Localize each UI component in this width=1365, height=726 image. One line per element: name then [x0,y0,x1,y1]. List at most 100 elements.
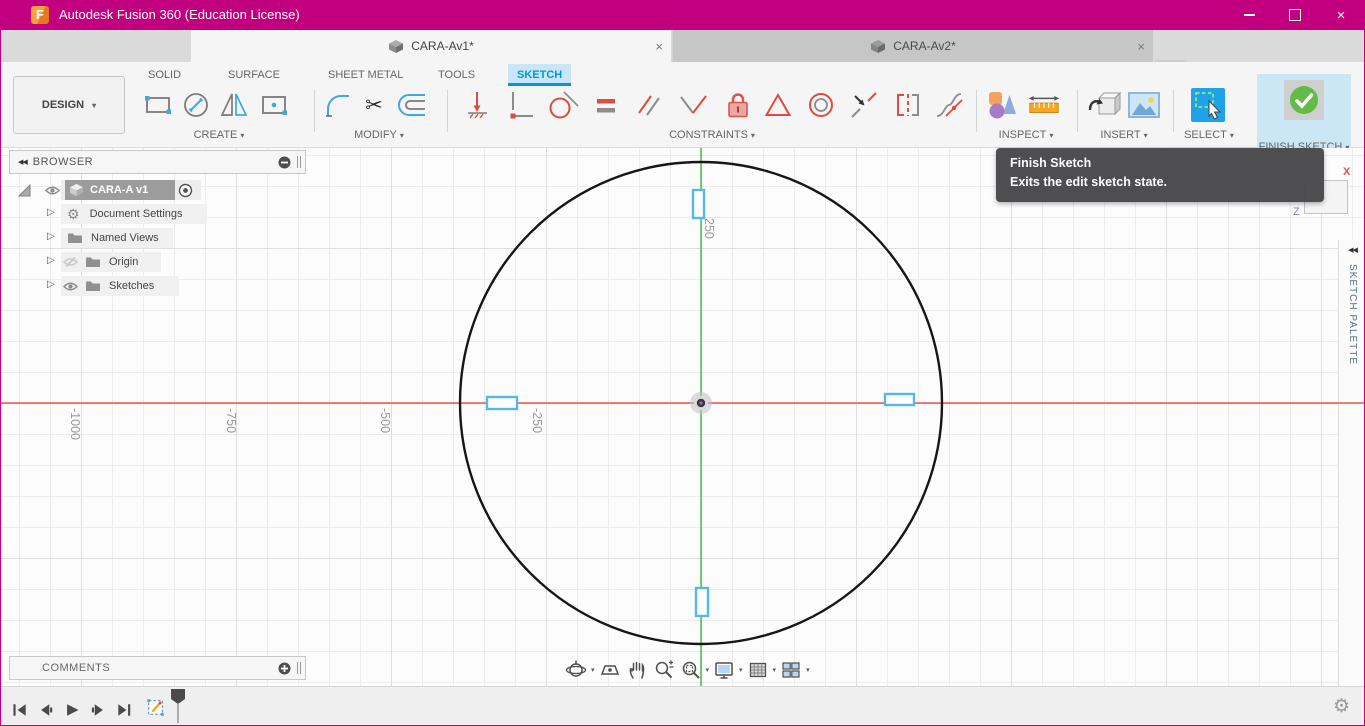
pan-hand-icon [626,659,648,681]
timeline-go-to-start-button[interactable] [9,699,31,721]
sketch-feature-icon [145,696,167,720]
ribbon-tab-tools[interactable]: TOOLS [429,64,484,86]
browser-row-document-settings[interactable]: ▷ ⚙ Document Settings [9,202,306,226]
inspect-measure-button[interactable] [1027,88,1061,122]
modify-fillet-button[interactable] [321,88,355,122]
zoom-button[interactable] [652,658,676,682]
pan-button[interactable] [625,658,649,682]
select-button[interactable] [1191,88,1225,122]
timeline-play-button[interactable] [61,699,83,721]
expand-arrow-icon[interactable]: ▷ [47,207,55,218]
timeline-step-back-button[interactable] [35,699,57,721]
workspace-selector[interactable]: DESIGN ▾ [13,76,125,134]
viewcube-z-label: Z [1293,206,1300,218]
constraint-perpendicular-button[interactable] [676,88,710,122]
timeline-sketch-feature[interactable] [145,697,167,719]
minimize-button[interactable] [1226,0,1272,30]
constraint-midpoint-button[interactable] [761,88,795,122]
visibility-off-eye-icon[interactable] [63,256,78,268]
viewports-button[interactable] [779,658,803,682]
modify-group-label[interactable]: MODIFY▾ [341,129,417,141]
create-mirror-button[interactable] [217,88,251,122]
close-button[interactable]: × [1318,0,1364,30]
activate-component-radio-icon[interactable] [178,183,193,198]
horizontal-vertical-constraint-icon [505,89,537,121]
insert-group-label[interactable]: INSERT▾ [1087,129,1161,141]
maximize-button[interactable] [1272,0,1318,30]
browser-row-named-views[interactable]: ▷ Named Views [9,226,306,250]
create-rectangle-button[interactable] [141,88,175,122]
fit-caret-icon[interactable]: ▾ [706,666,710,674]
create-point-button[interactable] [257,88,291,122]
timeline-go-to-end-button[interactable] [113,699,135,721]
ribbon-tab-solid[interactable]: SOLID [139,64,190,86]
constraint-horizontal-vertical-button[interactable] [504,88,538,122]
palette-expand-icon[interactable]: ◀◀ [1339,246,1365,254]
browser-row-root[interactable]: CARA-A v1 [9,178,306,202]
document-tab-label: CARA-Av1* [411,39,473,53]
modify-offset-button[interactable] [395,88,429,122]
ribbon-tab-sketch[interactable]: SKETCH [508,64,571,86]
grid-caret-icon[interactable]: ▾ [773,666,777,674]
expand-arrow-icon[interactable]: ▷ [47,279,55,290]
orbit-caret-icon[interactable]: ▾ [591,666,595,674]
create-circle-button[interactable] [179,88,213,122]
viewports-caret-icon[interactable]: ▾ [806,666,810,674]
browser-filter-icon[interactable] [278,156,291,169]
titlebar: F Autodesk Fusion 360 (Education License… [1,0,1364,30]
insert-image-button[interactable] [1127,88,1161,122]
add-comment-icon[interactable] [278,662,291,675]
comments-resize-handle[interactable] [297,662,301,674]
browser-row-sketches[interactable]: ▷ Sketches [9,274,306,298]
modify-trim-button[interactable]: ✂ [357,88,391,122]
browser-resize-handle[interactable] [297,156,301,168]
finish-sketch-button[interactable]: FINISH SKETCH▾ [1257,74,1351,148]
root-expand-icon[interactable] [17,183,32,198]
ribbon-tab-sheet-metal[interactable]: SHEET METAL [319,64,412,86]
timeline-step-forward-button[interactable] [87,699,109,721]
visibility-eye-icon[interactable] [63,281,78,292]
grid-icon [747,659,769,681]
visibility-eye-icon[interactable] [45,185,60,196]
constraint-fix-button[interactable] [721,88,755,122]
tab-close-icon[interactable]: × [655,39,663,54]
constraint-collinear-button[interactable] [847,88,881,122]
insert-derive-button[interactable] [1087,88,1121,122]
create-group-label[interactable]: CREATE▾ [181,129,257,141]
equal-constraint-icon [590,89,622,121]
expand-arrow-icon[interactable]: ▷ [47,231,55,242]
constraint-coincident-button[interactable] [461,88,495,122]
constraint-curvature-button[interactable] [932,88,966,122]
inspect-analysis-button[interactable] [985,88,1019,122]
document-tab-inactive[interactable]: CARA-Av2* × [672,30,1153,62]
constraint-concentric-button[interactable] [804,88,838,122]
grid-settings-button[interactable] [746,658,770,682]
constraints-group-label[interactable]: CONSTRAINTS▾ [656,129,768,141]
concentric-constraint-icon [805,89,837,121]
timeline-settings-gear-icon[interactable]: ⚙ [1333,695,1350,718]
root-selected-bg[interactable]: CARA-A v1 [65,180,175,200]
comments-panel[interactable]: COMMENTS [9,656,306,680]
orbit-button[interactable] [564,658,588,682]
browser-row-origin[interactable]: ▷ Origin [9,250,306,274]
tab-close-icon[interactable]: × [1137,39,1145,54]
curvature-constraint-icon [933,89,965,121]
display-settings-button[interactable] [712,658,736,682]
document-tab-active[interactable]: CARA-Av1* × [191,30,671,62]
finish-sketch-icon-bg [1284,80,1324,120]
select-group-label[interactable]: SELECT▾ [1173,129,1245,141]
constraint-equal-button[interactable] [589,88,623,122]
browser-header[interactable]: ◀◀ BROWSER [9,150,306,174]
look-at-button[interactable] [598,658,622,682]
expand-arrow-icon[interactable]: ▷ [47,255,55,266]
display-caret-icon[interactable]: ▾ [739,666,743,674]
inspect-group-label[interactable]: INSPECT▾ [986,129,1066,141]
sketch-palette-collapsed[interactable]: ◀◀ SKETCH PALETTE [1338,240,1365,686]
browser-collapse-icon[interactable]: ◀◀ [18,158,27,166]
fit-button[interactable] [679,658,703,682]
timeline-position-marker[interactable] [169,689,187,725]
constraint-parallel-button[interactable] [632,88,666,122]
constraint-tangent-button[interactable] [546,88,580,122]
ribbon-tab-surface[interactable]: SURFACE [219,64,289,86]
constraint-symmetry-button[interactable] [891,88,925,122]
